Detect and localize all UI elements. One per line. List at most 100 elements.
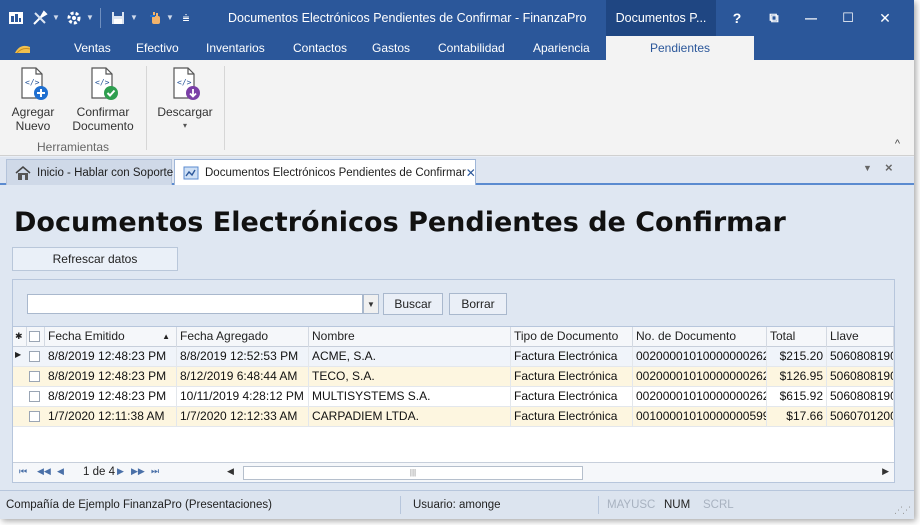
borrar-button[interactable]: Borrar (449, 293, 507, 315)
cell-numero[interactable]: 00200001010000000262 (633, 347, 767, 366)
cell-total[interactable]: $17.66 (767, 407, 827, 426)
confirmar-documento-button[interactable]: </> Confirmar Documento (68, 66, 138, 133)
scroll-left-icon[interactable]: ◀ (227, 466, 234, 477)
cell-numero[interactable]: 00200001010000000262 (633, 367, 767, 386)
cell-llave[interactable]: 50607012000 (827, 407, 894, 426)
qat-caret-1[interactable]: ▼ (52, 13, 60, 22)
column-fecha-agregado[interactable]: Fecha Agregado (177, 327, 309, 347)
tab-list-dropdown-icon[interactable]: ▼ (863, 163, 872, 173)
context-tab[interactable]: Documentos P... (606, 0, 716, 36)
cell-nombre[interactable]: ACME, S.A. (309, 347, 511, 366)
cell-tipo[interactable]: Factura Electrónica (511, 347, 633, 366)
cell-numero[interactable]: 00100001010000000599 (633, 407, 767, 426)
cell-fecha-emitido[interactable]: 8/8/2019 12:48:23 PM (45, 347, 177, 366)
search-dropdown-icon[interactable]: ▼ (363, 294, 379, 314)
horizontal-scrollbar[interactable]: ◀ ||| ▶ (225, 466, 894, 480)
cell-fecha-agregado[interactable]: 8/8/2019 12:52:53 PM (177, 347, 309, 366)
cell-fecha-emitido[interactable]: 8/8/2019 12:48:23 PM (45, 367, 177, 386)
row-checkbox[interactable] (29, 411, 40, 422)
descargar-button[interactable]: </> Descargar ▾ (154, 66, 216, 133)
cell-fecha-agregado[interactable]: 1/7/2020 12:12:33 AM (177, 407, 309, 426)
app-icon[interactable] (6, 8, 26, 28)
tab-contactos[interactable]: Contactos (293, 36, 347, 60)
tab-apariencia[interactable]: Apariencia (533, 36, 590, 60)
row-checkbox[interactable] (29, 371, 40, 382)
next-page-icon[interactable]: ▶ (117, 466, 124, 477)
next-page-group-icon[interactable]: ▶▶ (131, 466, 145, 477)
column-nombre[interactable]: Nombre (309, 327, 511, 347)
row-checkbox[interactable] (29, 391, 40, 402)
table-row[interactable]: ▶ 8/8/2019 12:48:23 PM 8/8/2019 12:52:53… (13, 347, 894, 367)
collapse-ribbon-button[interactable]: ^ (895, 138, 900, 150)
hand-icon[interactable] (146, 8, 166, 28)
tab-ventas[interactable]: Ventas (74, 36, 111, 60)
cell-fecha-agregado[interactable]: 10/11/2019 4:28:12 PM (177, 387, 309, 406)
close-tab-icon[interactable]: ✕ (466, 166, 476, 180)
cell-fecha-emitido[interactable]: 1/7/2020 12:11:38 AM (45, 407, 177, 426)
last-page-icon[interactable]: ⏭ (151, 466, 159, 477)
first-page-icon[interactable]: ⏮ (19, 466, 27, 477)
tools-icon[interactable] (30, 8, 50, 28)
confirmar-label-1: Confirmar (76, 105, 130, 119)
table-row[interactable]: 8/8/2019 12:48:23 PM 10/11/2019 4:28:12 … (13, 387, 894, 407)
table-row[interactable]: 1/7/2020 12:11:38 AM 1/7/2020 12:12:33 A… (13, 407, 894, 427)
cell-fecha-emitido[interactable]: 8/8/2019 12:48:23 PM (45, 387, 177, 406)
gear-icon[interactable] (64, 8, 84, 28)
tab-inicio[interactable]: Inicio - Hablar con Soporte (6, 159, 173, 185)
app-menu-tab[interactable] (14, 36, 32, 60)
select-all-checkbox[interactable] (29, 331, 40, 342)
close-button[interactable]: ✕ (868, 0, 902, 36)
cell-fecha-agregado[interactable]: 8/12/2019 6:48:44 AM (177, 367, 309, 386)
tab-inventarios[interactable]: Inventarios (206, 36, 265, 60)
cell-nombre[interactable]: MULTISYSTEMS S.A. (309, 387, 511, 406)
save-icon[interactable] (108, 8, 128, 28)
cell-numero[interactable]: 00200001010000000262 (633, 387, 767, 406)
maximize-button[interactable]: ☐ (831, 0, 865, 36)
tab-contabilidad[interactable]: Contabilidad (438, 36, 505, 60)
row-checkbox[interactable] (29, 351, 40, 362)
cell-llave[interactable]: 50608081900 (827, 347, 894, 366)
confirmar-label-2: Documento (72, 119, 134, 133)
cell-tipo[interactable]: Factura Electrónica (511, 367, 633, 386)
cell-llave[interactable]: 50608081900 (827, 387, 894, 406)
qat-caret-3[interactable]: ▼ (130, 13, 138, 22)
cell-tipo[interactable]: Factura Electrónica (511, 407, 633, 426)
agregar-nuevo-button[interactable]: </> Agregar Nuevo (8, 66, 58, 133)
help-button[interactable]: ? (720, 0, 754, 36)
ribbon-group-separator-2 (224, 66, 225, 150)
customize-icon[interactable]: ⩧ (176, 8, 196, 28)
restore-ribbon-button[interactable]: ⧉ (757, 0, 791, 36)
minimize-button[interactable]: — (794, 0, 828, 36)
qat-caret-2[interactable]: ▼ (86, 13, 94, 22)
buscar-button[interactable]: Buscar (383, 293, 443, 315)
table-row[interactable]: 8/8/2019 12:48:23 PM 8/12/2019 6:48:44 A… (13, 367, 894, 387)
resize-grip-icon[interactable]: ⋰⋰ (894, 505, 911, 516)
scroll-right-icon[interactable]: ▶ (882, 466, 889, 477)
tab-efectivo[interactable]: Efectivo (136, 36, 179, 60)
column-llave[interactable]: Llave (827, 327, 894, 347)
table-header: ✱ Fecha Emitido ▲ Fecha Agregado Nombre … (13, 327, 894, 347)
column-fecha-emitido[interactable]: Fecha Emitido ▲ (45, 327, 177, 347)
cell-tipo[interactable]: Factura Electrónica (511, 387, 633, 406)
refresh-button[interactable]: Refrescar datos (12, 247, 178, 271)
column-numero-documento[interactable]: No. de Documento (633, 327, 767, 347)
tab-gastos[interactable]: Gastos (372, 36, 410, 60)
qat-caret-4[interactable]: ▼ (166, 13, 174, 22)
close-all-tabs-icon[interactable]: × (885, 160, 893, 175)
previous-page-group-icon[interactable]: ◀◀ (37, 466, 51, 477)
cell-total[interactable]: $215.20 (767, 347, 827, 366)
cell-total[interactable]: $126.95 (767, 367, 827, 386)
previous-page-icon[interactable]: ◀ (57, 466, 64, 477)
scrollbar-thumb[interactable]: ||| (243, 466, 583, 480)
search-input[interactable] (27, 294, 363, 314)
cell-llave[interactable]: 50608081900 (827, 367, 894, 386)
status-company: Compañía de Ejemplo FinanzaPro (Presenta… (6, 499, 272, 511)
column-total[interactable]: Total (767, 327, 827, 347)
cell-nombre[interactable]: CARPADIEM LTDA. (309, 407, 511, 426)
column-tipo-documento[interactable]: Tipo de Documento (511, 327, 633, 347)
header-select-all[interactable] (27, 327, 45, 347)
tab-documentos-pendientes[interactable]: Documentos Electrónicos Pendientes de Co… (174, 159, 476, 185)
tab-pendientes[interactable]: Pendientes (606, 36, 754, 60)
cell-nombre[interactable]: TECO, S.A. (309, 367, 511, 386)
cell-total[interactable]: $615.92 (767, 387, 827, 406)
